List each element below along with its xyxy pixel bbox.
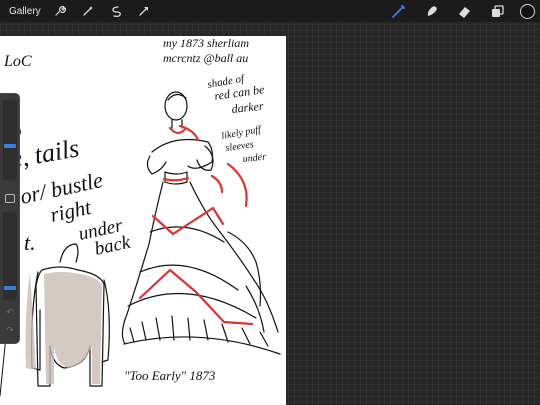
- note-line-9: "Too Early" 1873: [124, 368, 216, 383]
- smudge-icon[interactable]: [421, 1, 441, 21]
- wrench-icon[interactable]: [51, 2, 69, 20]
- note-line-10: LoC: [3, 53, 32, 70]
- note-line-8: under: [242, 152, 266, 165]
- layers-icon[interactable]: [487, 1, 507, 21]
- note-line-2: mcrcntz @ball au: [163, 51, 248, 65]
- color-picker-swatch[interactable]: [520, 3, 535, 19]
- jacket-fill: [44, 272, 102, 384]
- brush-size-thumb[interactable]: [4, 144, 16, 148]
- note-line-6: likely puff: [221, 124, 263, 142]
- right-tool-group: [375, 0, 540, 22]
- selection-icon[interactable]: [107, 2, 125, 20]
- gallery-button[interactable]: Gallery: [9, 6, 41, 17]
- undo-icon[interactable]: ↶: [5, 307, 15, 317]
- note-line-1: my 1873 sherliam: [163, 36, 249, 50]
- top-toolbar: Gallery: [0, 0, 540, 22]
- magic-wand-icon[interactable]: [79, 2, 97, 20]
- note-line-5: darker: [231, 99, 265, 116]
- brush-opacity-thumb[interactable]: [4, 286, 16, 290]
- brush-size-slider[interactable]: [3, 100, 17, 180]
- drawing-canvas[interactable]: my 1873 sherliam mcrcntz @ball au shade …: [0, 36, 286, 405]
- brush-opacity-slider[interactable]: [3, 212, 17, 300]
- redo-icon[interactable]: ↷: [5, 325, 15, 335]
- note-line-7: sleeves: [225, 139, 255, 154]
- sketch-artwork: my 1873 sherliam mcrcntz @ball au shade …: [0, 36, 281, 397]
- transform-icon[interactable]: [135, 2, 153, 20]
- sleeve-fill: [25, 272, 36, 370]
- note-line-16: t.: [24, 230, 36, 255]
- brush-sidebar: ↶ ↷: [0, 93, 20, 344]
- brush-icon[interactable]: [388, 1, 408, 21]
- eraser-icon[interactable]: [454, 1, 474, 21]
- modify-button[interactable]: [5, 194, 15, 203]
